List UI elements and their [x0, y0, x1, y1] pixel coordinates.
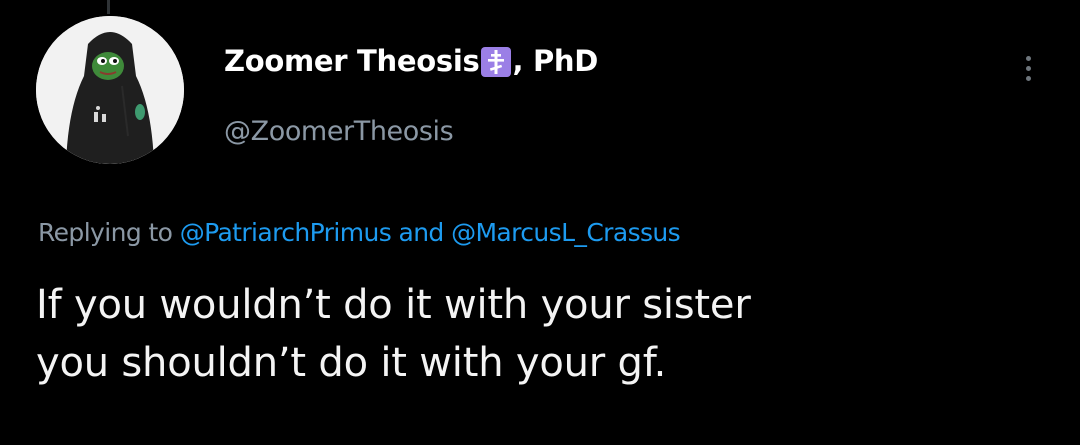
replying-to-line: Replying to @PatriarchPrimus and @Marcus…	[38, 218, 681, 247]
mention-link-marcusl-crassus[interactable]: @MarcusL_Crassus	[451, 218, 681, 247]
replying-to-joiner: and	[391, 218, 452, 247]
more-dot	[1025, 75, 1031, 81]
tweet: Zoomer Theosis , PhD @ZoomerTheosis Repl…	[0, 0, 1080, 445]
mention-link-patriarchprimus[interactable]: @PatriarchPrimus	[180, 218, 392, 247]
author-name-suffix: , PhD	[512, 44, 599, 78]
tweet-text-line-1: If you wouldn’t do it with your sister	[36, 282, 751, 328]
more-options-icon[interactable]	[1006, 44, 1050, 92]
author-display-name-row[interactable]: Zoomer Theosis , PhD	[224, 44, 598, 78]
author-display-name[interactable]: Zoomer Theosis	[224, 44, 480, 78]
more-dot	[1025, 65, 1031, 71]
orthodox-cross-icon	[481, 47, 512, 77]
hooded-frog-avatar-icon	[36, 16, 184, 164]
more-dot	[1025, 55, 1031, 61]
replying-to-prefix: Replying to	[38, 218, 180, 247]
tweet-text: If you wouldn’t do it with your sister y…	[36, 276, 1046, 392]
tweet-text-line-2: you shouldn’t do it with your gf.	[36, 340, 667, 386]
avatar[interactable]	[36, 16, 184, 164]
author-handle[interactable]: @ZoomerTheosis	[224, 116, 454, 147]
thread-connector-line	[107, 0, 110, 14]
